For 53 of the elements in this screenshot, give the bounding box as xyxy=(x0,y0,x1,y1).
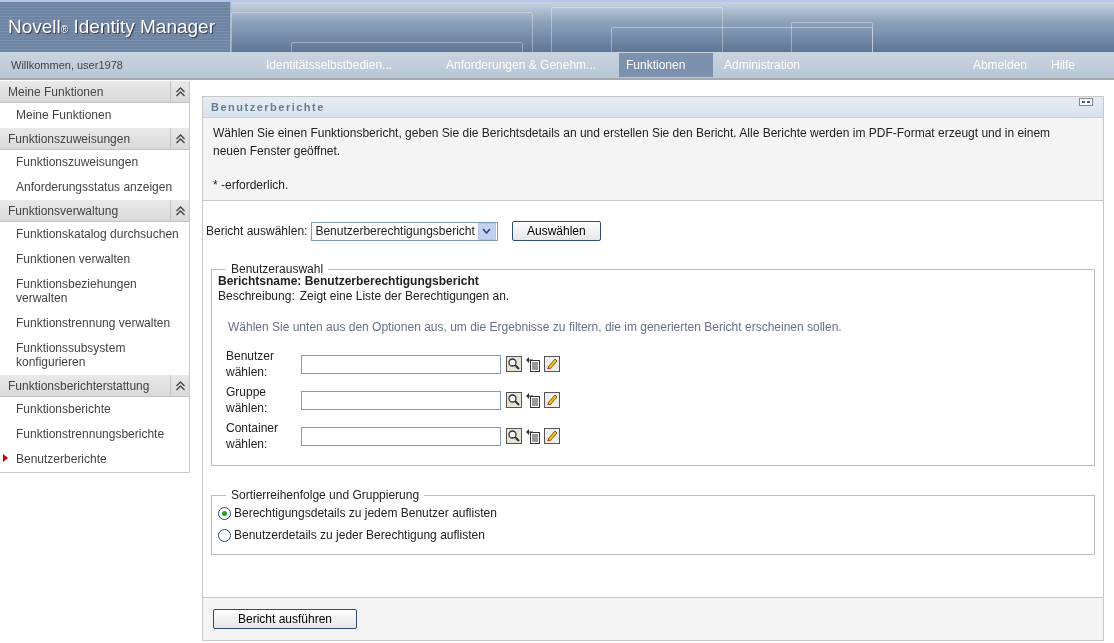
description-label: Beschreibung: xyxy=(218,289,295,303)
window-icon[interactable] xyxy=(1079,98,1093,106)
sidebar-group-header[interactable]: Funktionszuweisungen xyxy=(0,128,189,150)
description-text: Zeigt eine Liste der Berechtigungen an. xyxy=(299,289,510,303)
select-button[interactable]: Auswählen xyxy=(511,221,601,241)
report-dropdown[interactable]: Benutzerberechtigungsbericht xyxy=(311,221,498,241)
welcome-text: Willkommen, user1978 xyxy=(10,59,124,71)
required-note: * -erforderlich. xyxy=(213,178,290,192)
input-field[interactable] xyxy=(301,354,501,374)
run-report-button[interactable]: Bericht ausführen xyxy=(213,609,357,629)
sidebar-item[interactable]: Benutzerberichte xyxy=(16,452,181,466)
radio-label[interactable]: Berechtigungsdetails zu jedem Benutzer auflisten xyxy=(234,506,497,520)
field-label: Benutzer wählen: xyxy=(225,348,276,380)
sidebar-group-header[interactable]: Funktionsberichterstattung xyxy=(0,375,189,397)
group-title: Funktionsverwaltung xyxy=(8,203,119,218)
list-arrow-icon[interactable] xyxy=(525,392,541,408)
field-label: Container wählen: xyxy=(225,420,280,452)
sidebar-item[interactable]: Funktionsberichte xyxy=(16,402,181,416)
input-field[interactable] xyxy=(301,390,501,410)
field-label: Gruppe wählen: xyxy=(225,384,269,416)
radio-label[interactable]: Benutzerdetails zu jeder Berechtigung auflisten xyxy=(234,528,485,542)
sidebar-item[interactable]: Funktionszuweisungen xyxy=(16,155,181,169)
group-title: Funktionsberichterstattung xyxy=(8,378,150,393)
search-icon[interactable] xyxy=(506,428,522,444)
sidebar-item[interactable]: Funktionen verwalten xyxy=(16,252,181,266)
list-arrow-icon[interactable] xyxy=(525,428,541,444)
group-title: Funktionszuweisungen xyxy=(8,131,131,146)
radio-button[interactable] xyxy=(218,506,231,520)
report-name: Berichtsname: Benutzerberechtigungsbericht xyxy=(218,274,480,288)
edit-icon[interactable] xyxy=(544,392,560,408)
sidebar-item[interactable]: Meine Funktionen xyxy=(16,108,181,122)
radio-button[interactable] xyxy=(218,528,231,542)
panel-title: Benutzerberichte xyxy=(211,101,325,113)
group-title: Meine Funktionen xyxy=(8,84,104,99)
filter-hint: Wählen Sie unten aus den Optionen aus, um die Ergebnisse zu filtern, die im generierten Bericht erscheinen sollen. xyxy=(228,320,843,334)
field-label: Bericht auswählen: xyxy=(206,224,308,238)
sidebar-item[interactable]: Funktionstrennungsberichte xyxy=(16,427,181,441)
edit-icon[interactable] xyxy=(544,356,560,372)
edit-icon[interactable] xyxy=(544,428,560,444)
sidebar-item[interactable]: Funktionsbeziehungen verwalten xyxy=(16,277,181,305)
sidebar-item[interactable]: Funktionstrennung verwalten xyxy=(16,316,181,330)
intro-text: Wählen Sie einen Funktionsbericht, geben Sie die Berichtsdetails an und erstellen Sie den Bericht. Alle Berichte werden im PDF-Format erzeugt und in einem neuen Fenster geöffnet. xyxy=(213,125,1052,160)
group-legend: Benutzerauswahl xyxy=(226,262,329,276)
sidebar-item[interactable]: Funktionssubsystem konfigurieren xyxy=(16,341,181,369)
sidebar-group-header[interactable]: Meine Funktionen xyxy=(0,81,189,103)
group-legend: Sortierreihenfolge und Gruppierung xyxy=(226,488,425,502)
sidebar-item[interactable]: Anforderungsstatus anzeigen xyxy=(16,180,181,194)
input-field[interactable] xyxy=(301,426,501,446)
sidebar-item[interactable]: Funktionskatalog durchsuchen xyxy=(16,227,181,241)
list-arrow-icon[interactable] xyxy=(525,356,541,372)
search-icon[interactable] xyxy=(506,356,522,372)
sidebar-group-header[interactable]: Funktionsverwaltung xyxy=(0,200,189,222)
search-icon[interactable] xyxy=(506,392,522,408)
